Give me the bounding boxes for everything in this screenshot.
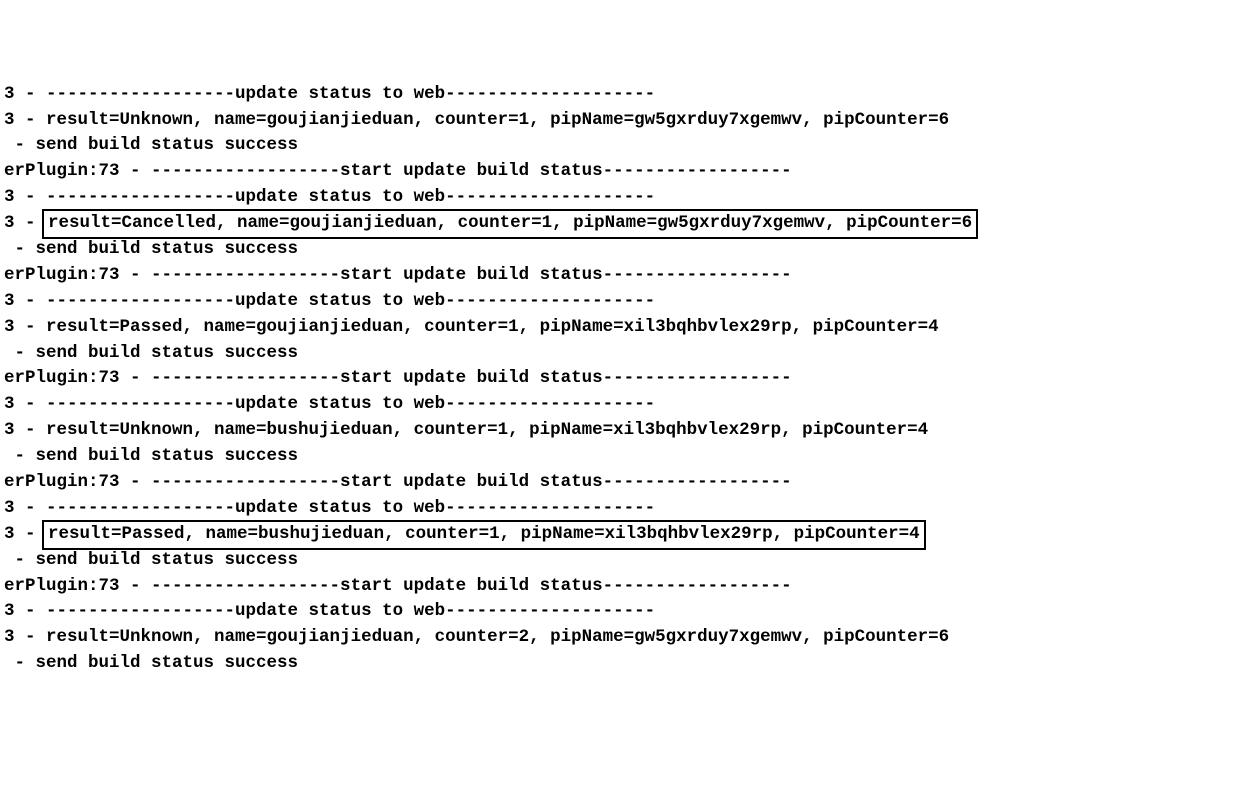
log-line: erPlugin:73 - ------------------start up…	[4, 366, 1235, 392]
log-line: 3 - ------------------update status to w…	[4, 392, 1235, 418]
log-line: 3 - result=Unknown, name=goujianjieduan,…	[4, 625, 1235, 651]
log-line-content: ------------------update status to web--…	[46, 84, 655, 104]
log-line-prefix: erPlugin:73 -	[4, 161, 151, 181]
log-line: 3 - ------------------update status to w…	[4, 289, 1235, 315]
log-line-content: send build status success	[36, 135, 299, 155]
log-line: erPlugin:73 - ------------------start up…	[4, 470, 1235, 496]
log-line-content: send build status success	[36, 343, 299, 363]
log-line: - send build status success	[4, 548, 1235, 574]
log-line-prefix: 3 -	[4, 394, 46, 414]
log-line-content: result=Passed, name=bushujieduan, counte…	[42, 520, 926, 550]
log-line-prefix: 3 -	[4, 524, 46, 544]
log-line: erPlugin:73 - ------------------start up…	[4, 263, 1235, 289]
log-line-content: send build status success	[36, 239, 299, 259]
log-line: erPlugin:73 - ------------------start up…	[4, 159, 1235, 185]
log-line-content: ------------------update status to web--…	[46, 394, 655, 414]
log-line-content: ------------------start update build sta…	[151, 161, 792, 181]
log-line-prefix: 3 -	[4, 291, 46, 311]
log-line-content: result=Unknown, name=goujianjieduan, cou…	[46, 627, 949, 647]
log-line: - send build status success	[4, 133, 1235, 159]
log-line-prefix: -	[4, 135, 36, 155]
log-line-prefix: -	[4, 343, 36, 363]
log-line-content: send build status success	[36, 653, 299, 673]
log-line-content: ------------------start update build sta…	[151, 576, 792, 596]
log-line-prefix: 3 -	[4, 317, 46, 337]
log-line-prefix: erPlugin:73 -	[4, 368, 151, 388]
log-line: 3 - ------------------update status to w…	[4, 82, 1235, 108]
log-line-content: ------------------start update build sta…	[151, 265, 792, 285]
log-line-content: result=Unknown, name=bushujieduan, count…	[46, 420, 928, 440]
log-line-prefix: -	[4, 653, 36, 673]
log-line: 3 - result=Cancelled, name=goujianjiedua…	[4, 211, 1235, 237]
log-line: 3 - result=Unknown, name=goujianjieduan,…	[4, 108, 1235, 134]
log-line: - send build status success	[4, 444, 1235, 470]
log-line-prefix: 3 -	[4, 420, 46, 440]
log-line-prefix: erPlugin:73 -	[4, 472, 151, 492]
log-line-prefix: 3 -	[4, 110, 46, 130]
log-line-prefix: 3 -	[4, 213, 46, 233]
log-line: - send build status success	[4, 237, 1235, 263]
log-line-content: result=Cancelled, name=goujianjieduan, c…	[42, 209, 978, 239]
log-line-prefix: 3 -	[4, 627, 46, 647]
log-line-content: result=Unknown, name=goujianjieduan, cou…	[46, 110, 949, 130]
log-line-prefix: -	[4, 239, 36, 259]
log-line: 3 - ------------------update status to w…	[4, 185, 1235, 211]
log-line-content: ------------------start update build sta…	[151, 368, 792, 388]
log-line-content: ------------------update status to web--…	[46, 187, 655, 207]
log-line-prefix: -	[4, 446, 36, 466]
log-line-content: send build status success	[36, 446, 299, 466]
log-line: 3 - ------------------update status to w…	[4, 599, 1235, 625]
log-line: 3 - result=Passed, name=goujianjieduan, …	[4, 315, 1235, 341]
log-line-prefix: 3 -	[4, 601, 46, 621]
log-line: - send build status success	[4, 651, 1235, 677]
log-line-content: ------------------update status to web--…	[46, 498, 655, 518]
log-line: 3 - ------------------update status to w…	[4, 496, 1235, 522]
log-line-prefix: 3 -	[4, 84, 46, 104]
log-line: erPlugin:73 - ------------------start up…	[4, 574, 1235, 600]
log-line-prefix: erPlugin:73 -	[4, 576, 151, 596]
log-output: 3 - ------------------update status to w…	[4, 82, 1235, 677]
log-line-prefix: erPlugin:73 -	[4, 265, 151, 285]
log-line-content: send build status success	[36, 550, 299, 570]
log-line-content: ------------------update status to web--…	[46, 601, 655, 621]
log-line-prefix: 3 -	[4, 187, 46, 207]
log-line-prefix: 3 -	[4, 498, 46, 518]
log-line-content: result=Passed, name=goujianjieduan, coun…	[46, 317, 939, 337]
log-line-content: ------------------update status to web--…	[46, 291, 655, 311]
log-line-content: ------------------start update build sta…	[151, 472, 792, 492]
log-line-prefix: -	[4, 550, 36, 570]
log-line: 3 - result=Passed, name=bushujieduan, co…	[4, 522, 1235, 548]
log-line: 3 - result=Unknown, name=bushujieduan, c…	[4, 418, 1235, 444]
log-line: - send build status success	[4, 341, 1235, 367]
